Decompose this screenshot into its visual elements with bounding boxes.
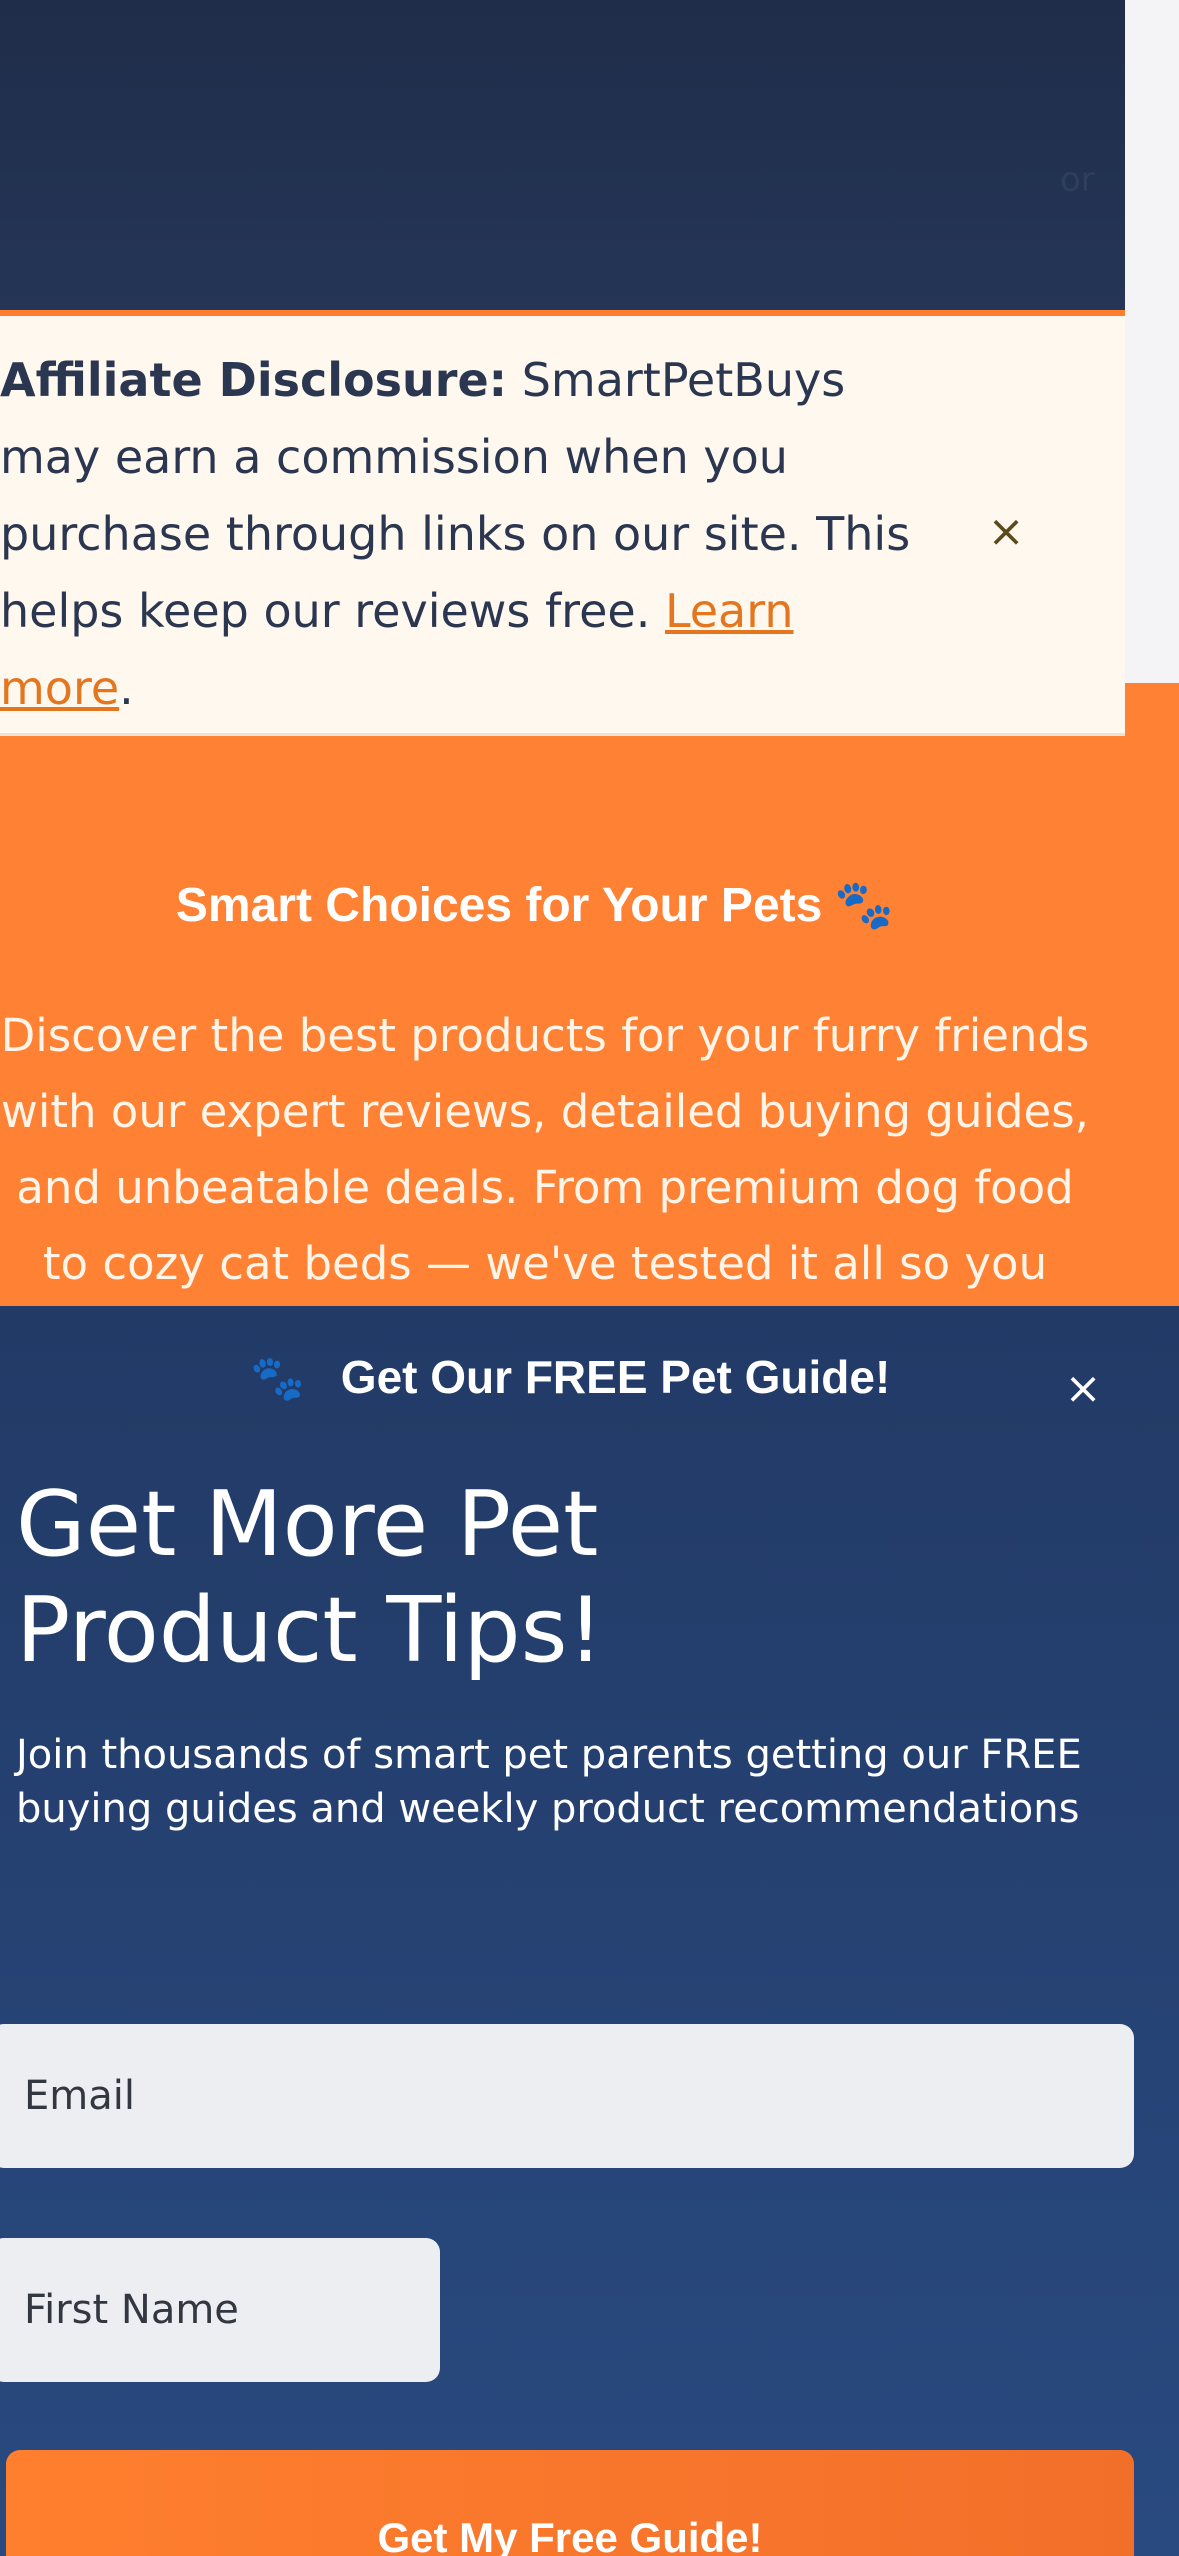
hero-title: Smart Choices for Your Pets 🐾 bbox=[0, 876, 1070, 933]
close-icon[interactable]: × bbox=[980, 506, 1032, 558]
header-faint-text: or bbox=[1060, 160, 1095, 200]
paw-icon: 🐾 bbox=[250, 1354, 305, 1403]
popup-heading: Get More Pet Product Tips! bbox=[16, 1472, 604, 1683]
popup-subtext: Join thousands of smart pet parents gett… bbox=[16, 1732, 1082, 1832]
popup-header: 🐾 Get Our FREE Pet Guide! bbox=[250, 1350, 890, 1404]
get-free-guide-button[interactable]: Get My Free Guide! bbox=[6, 2450, 1134, 2556]
page-edge-strip bbox=[1125, 0, 1179, 683]
disclosure-label: Affiliate Disclosure: bbox=[0, 353, 508, 407]
hero-title-text: Smart Choices for Your Pets bbox=[175, 879, 823, 932]
close-icon[interactable]: × bbox=[1060, 1366, 1106, 1412]
popup-header-title: Get Our FREE Pet Guide! bbox=[340, 1351, 891, 1403]
paw-icon: 🐾 bbox=[834, 879, 895, 932]
site-header: or bbox=[0, 0, 1125, 310]
first-name-field[interactable] bbox=[0, 2238, 440, 2382]
hero-section: Smart Choices for Your Pets 🐾 Discover th… bbox=[0, 736, 1125, 1366]
page: or Affiliate Disclosure: SmartPetBuys ma… bbox=[0, 0, 1179, 2556]
disclosure-trailing: . bbox=[119, 661, 134, 715]
email-field[interactable] bbox=[0, 2024, 1134, 2168]
disclosure-text: Affiliate Disclosure: SmartPetBuys may e… bbox=[0, 342, 920, 727]
newsletter-popup: 🐾 Get Our FREE Pet Guide! × Get More Pet … bbox=[0, 1306, 1179, 2556]
affiliate-disclosure-banner: Affiliate Disclosure: SmartPetBuys may e… bbox=[0, 316, 1125, 736]
